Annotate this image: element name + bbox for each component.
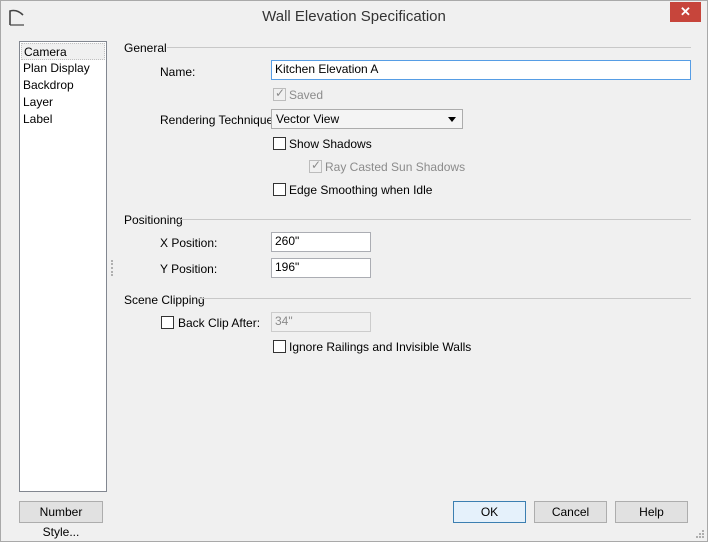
close-button[interactable]: ✕ [670, 2, 701, 22]
cancel-button[interactable]: Cancel [534, 501, 607, 523]
y-position-input[interactable]: 196" [271, 258, 371, 278]
y-position-label: Y Position: [160, 262, 218, 276]
sidebar-item-plan-display[interactable]: Plan Display [21, 60, 105, 77]
dropdown-arrow-icon [448, 117, 456, 122]
show-shadows-label: Show Shadows [289, 137, 372, 151]
number-style-button[interactable]: Number Style... [19, 501, 103, 539]
general-section-label: General [124, 41, 167, 55]
checkmark-icon: ✓ [275, 86, 286, 100]
title-bar: Wall Elevation Specification ✕ [1, 1, 707, 32]
positioning-divider [181, 219, 691, 220]
sidebar-item-backdrop[interactable]: Backdrop [21, 77, 105, 94]
ray-casted-checkbox: ✓ [309, 158, 322, 173]
general-divider [167, 47, 691, 48]
name-input[interactable]: Kitchen Elevation A [271, 60, 691, 80]
positioning-section-label: Positioning [124, 213, 183, 227]
splitter-handle[interactable] [111, 260, 115, 276]
ray-casted-label: Ray Casted Sun Shadows [325, 160, 466, 174]
ignore-railings-label: Ignore Railings and Invisible Walls [289, 340, 472, 354]
scene-clipping-divider [199, 298, 691, 299]
name-label: Name: [160, 65, 196, 79]
edge-smoothing-checkbox[interactable] [273, 183, 286, 196]
saved-checkbox: ✓ [273, 86, 286, 101]
sidebar-item-camera[interactable]: Camera [21, 43, 105, 60]
rendering-technique-value: Vector View [276, 112, 340, 126]
back-clip-label: Back Clip After: [178, 316, 261, 330]
x-position-input[interactable]: 260" [271, 232, 371, 252]
edge-smoothing-label: Edge Smoothing when Idle [289, 183, 433, 197]
scene-clipping-section-label: Scene Clipping [124, 293, 205, 307]
resize-grip-icon[interactable] [695, 529, 705, 539]
saved-label: Saved [289, 88, 324, 102]
sidebar-item-label[interactable]: Label [21, 111, 105, 128]
checkmark-icon: ✓ [311, 158, 322, 172]
back-clip-input: 34" [271, 312, 371, 332]
x-position-label: X Position: [160, 236, 218, 250]
sidebar-item-layer[interactable]: Layer [21, 94, 105, 111]
show-shadows-checkbox[interactable] [273, 137, 286, 150]
category-list: Camera Plan Display Backdrop Layer Label [19, 41, 107, 492]
ok-button[interactable]: OK [453, 501, 526, 523]
back-clip-checkbox[interactable] [161, 316, 174, 329]
window-title: Wall Elevation Specification [262, 8, 446, 25]
help-button[interactable]: Help [615, 501, 688, 523]
dialog-window: Wall Elevation Specification ✕ Camera Pl… [0, 0, 708, 542]
rendering-technique-select[interactable]: Vector View [271, 109, 463, 129]
ignore-railings-checkbox[interactable] [273, 340, 286, 353]
rendering-technique-label: Rendering Technique: [160, 113, 277, 127]
